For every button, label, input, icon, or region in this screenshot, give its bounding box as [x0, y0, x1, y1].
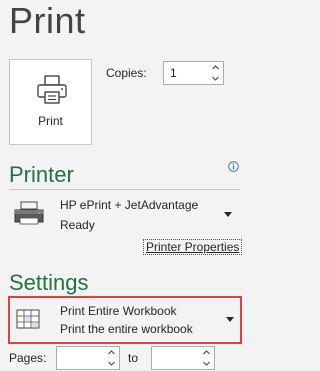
printer-section-title: Printer — [9, 162, 74, 187]
printer-divider — [9, 189, 240, 190]
pages-to-input[interactable] — [151, 346, 215, 370]
settings-section-title: Settings — [9, 270, 89, 295]
printer-dropdown[interactable]: HP ePrint + JetAdvantage Ready — [9, 193, 240, 235]
pages-from-input[interactable] — [56, 346, 120, 370]
highlight-box — [8, 296, 242, 344]
printer-status: Ready — [60, 218, 95, 232]
printer-properties-link[interactable]: Printer Properties — [142, 239, 243, 255]
page-title: Print — [9, 0, 86, 41]
print-button-label: Print — [38, 114, 63, 128]
chevron-down-icon — [224, 212, 232, 217]
copies-stepper[interactable]: 1 — [163, 61, 224, 85]
printer-name: HP ePrint + JetAdvantage — [60, 198, 199, 212]
copies-label: Copies: — [106, 66, 147, 80]
printer-icon — [37, 75, 67, 104]
pages-to-label: to — [128, 351, 139, 365]
spin-arrows-icon[interactable] — [211, 63, 220, 83]
copies-value: 1 — [170, 66, 177, 80]
pages-label: Pages: — [9, 351, 47, 365]
spin-arrows-icon[interactable] — [107, 348, 116, 368]
printer-device-icon — [14, 201, 44, 225]
info-icon[interactable] — [228, 161, 239, 172]
spin-arrows-icon[interactable] — [202, 348, 211, 368]
print-button[interactable]: Print — [9, 59, 92, 145]
